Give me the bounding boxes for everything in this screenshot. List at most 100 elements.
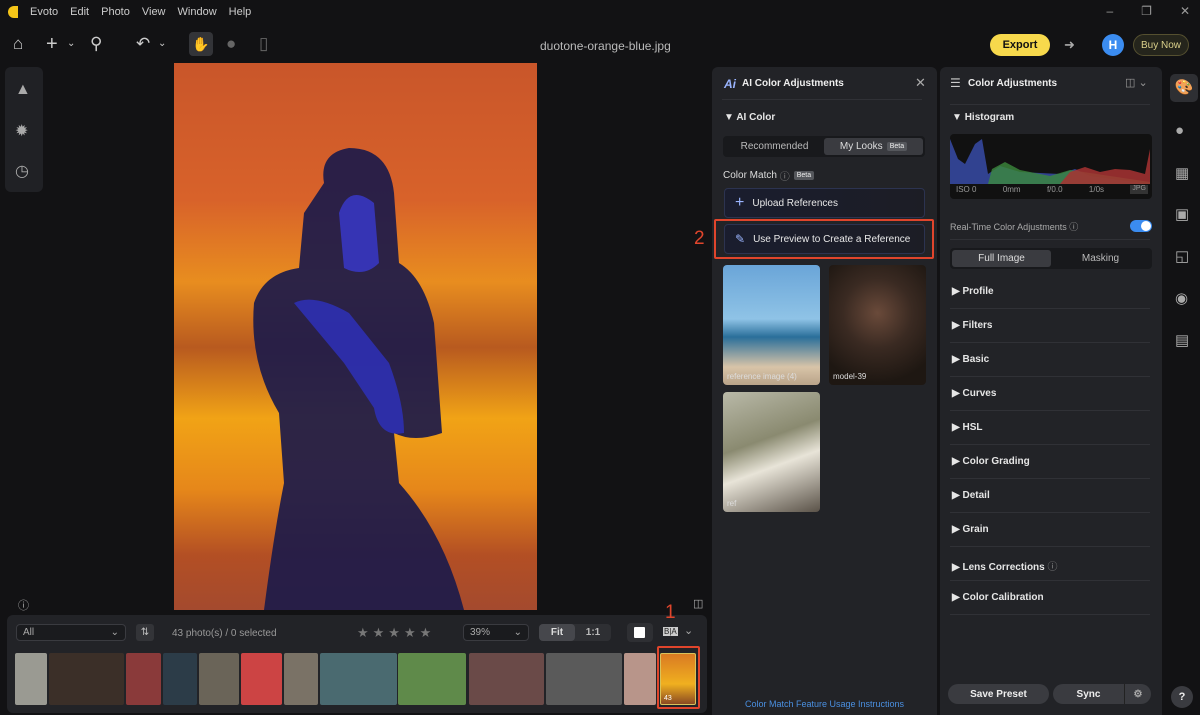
- buy-now-button[interactable]: Buy Now: [1133, 34, 1189, 56]
- filmstrip-thumbnail[interactable]: [126, 653, 161, 705]
- filmstrip-thumbnail[interactable]: [49, 653, 124, 705]
- avatar[interactable]: H: [1102, 34, 1124, 56]
- filter-select[interactable]: All ⌄: [16, 624, 126, 641]
- exif-row: ISO 0 0mm f/0.0 1/0s JPG: [956, 185, 1148, 194]
- layout-toggle-icon[interactable]: ◫ ⌄: [1125, 76, 1148, 89]
- close-icon[interactable]: ✕: [915, 75, 926, 91]
- help-icon[interactable]: ⓘ: [780, 168, 790, 183]
- filmstrip-thumbnail[interactable]: [624, 653, 656, 705]
- help-icon[interactable]: ⓘ: [1069, 222, 1078, 232]
- section-color-calibration[interactable]: ▶ Color Calibration: [952, 592, 1044, 603]
- history-icon[interactable]: ◷: [15, 161, 29, 181]
- menu-view[interactable]: View: [142, 6, 166, 18]
- filmstrip-thumbnail[interactable]: [163, 653, 197, 705]
- divider: [950, 342, 1150, 343]
- filmstrip-thumbnail[interactable]: [199, 653, 239, 705]
- filmstrip-thumbnail[interactable]: [15, 653, 47, 705]
- help-icon[interactable]: ⓘ: [1048, 562, 1058, 573]
- rating-stars[interactable]: ★★★★★: [357, 625, 435, 641]
- tab-recommended[interactable]: Recommended: [725, 138, 824, 155]
- filmstrip-thumbnail[interactable]: [284, 653, 318, 705]
- section-label: Lens Corrections: [962, 562, 1045, 573]
- reference-card[interactable]: reference image (4): [723, 265, 820, 385]
- home-icon[interactable]: ⌂: [13, 34, 23, 54]
- one-to-one-button[interactable]: 1:1: [575, 624, 611, 641]
- ai-color-section[interactable]: ▼ AI Color: [724, 112, 775, 123]
- export-button[interactable]: Export: [990, 34, 1050, 56]
- section-detail[interactable]: ▶ Detail: [952, 490, 990, 501]
- caret-down-icon: ▼: [952, 112, 962, 123]
- realtime-toggle[interactable]: [1130, 220, 1152, 232]
- caret-right-icon: ▶: [952, 320, 960, 331]
- brush-icon[interactable]: ●: [226, 34, 236, 54]
- filmstrip-thumbnail[interactable]: [546, 653, 622, 705]
- background-icon[interactable]: ▦: [1175, 164, 1189, 182]
- before-after-icon[interactable]: B|A: [663, 627, 678, 636]
- section-color-grading[interactable]: ▶ Color Grading: [952, 456, 1030, 467]
- sync-button[interactable]: Sync: [1053, 684, 1125, 704]
- sliders-icon: ☰: [950, 76, 961, 90]
- tab-full-image[interactable]: Full Image: [952, 250, 1051, 267]
- maximize-icon[interactable]: ❐: [1141, 4, 1152, 18]
- color-palette-tab[interactable]: 🎨: [1170, 74, 1198, 102]
- divider: [950, 444, 1150, 445]
- undo-icon[interactable]: ↶: [136, 34, 150, 54]
- search-icon[interactable]: ⚲: [90, 34, 102, 54]
- undo-chevron-icon[interactable]: ⌄: [158, 34, 166, 54]
- face-icon[interactable]: ●: [1175, 122, 1184, 139]
- add-icon[interactable]: +: [46, 34, 58, 54]
- color-match-text: Color Match: [723, 170, 777, 181]
- compare-chevron-icon[interactable]: ⌄: [684, 624, 693, 637]
- landscape-icon[interactable]: ▲: [15, 81, 31, 99]
- background-toggle[interactable]: [627, 623, 653, 642]
- sync-settings-icon[interactable]: ⚙: [1125, 684, 1151, 704]
- menu-help[interactable]: Help: [229, 6, 252, 18]
- section-filters[interactable]: ▶ Filters: [952, 320, 993, 331]
- chevron-down-icon[interactable]: ⌄: [67, 34, 75, 54]
- filmstrip-thumbnail[interactable]: [241, 653, 282, 705]
- section-basic[interactable]: ▶ Basic: [952, 354, 989, 365]
- menu-window[interactable]: Window: [178, 6, 217, 18]
- crop-icon[interactable]: ◱: [1175, 247, 1189, 265]
- tab-my-looks[interactable]: My Looks Beta: [824, 138, 923, 155]
- tab-masking[interactable]: Masking: [1051, 250, 1150, 267]
- section-hsl[interactable]: ▶ HSL: [952, 422, 982, 433]
- menu-photo[interactable]: Photo: [101, 6, 130, 18]
- caret-right-icon: ▶: [952, 490, 960, 501]
- reference-card[interactable]: ref: [723, 392, 820, 512]
- ai-panel-title: AI Color Adjustments: [742, 78, 844, 89]
- save-preset-button[interactable]: Save Preset: [948, 684, 1049, 704]
- filter-value: All: [23, 627, 35, 638]
- camera-icon[interactable]: ◉: [1175, 289, 1188, 307]
- help-button[interactable]: ?: [1171, 686, 1193, 708]
- section-lens-corrections[interactable]: ▶ Lens Corrections ⓘ: [952, 558, 1058, 573]
- panel-toggle-icon[interactable]: ◫: [693, 597, 703, 610]
- section-grain[interactable]: ▶ Grain: [952, 524, 989, 535]
- upload-references-button[interactable]: + Upload References: [724, 188, 925, 218]
- clothing-icon[interactable]: ▣: [1175, 205, 1189, 223]
- fit-button[interactable]: Fit: [539, 624, 575, 641]
- filmstrip-thumbnail[interactable]: [398, 653, 466, 705]
- section-curves[interactable]: ▶ Curves: [952, 388, 996, 399]
- menu-edit[interactable]: Edit: [70, 6, 89, 18]
- folder-icon[interactable]: ▤: [1175, 331, 1189, 349]
- sort-button[interactable]: ⇅: [136, 624, 154, 641]
- sun-icon[interactable]: ✹: [15, 121, 28, 141]
- share-icon[interactable]: ➜: [1064, 37, 1075, 53]
- section-profile[interactable]: ▶ Profile: [952, 286, 994, 297]
- zoom-select[interactable]: 39% ⌄: [463, 624, 529, 641]
- photo-preview[interactable]: [174, 63, 537, 610]
- close-window-icon[interactable]: ✕: [1180, 4, 1190, 18]
- plus-icon: +: [735, 194, 745, 211]
- menu-app[interactable]: Evoto: [30, 6, 58, 18]
- minimize-icon[interactable]: –: [1106, 4, 1113, 18]
- section-label: Profile: [962, 286, 994, 297]
- info-icon[interactable]: ⓘ: [18, 597, 29, 613]
- filmstrip-thumbnail[interactable]: [320, 653, 397, 705]
- reference-card[interactable]: model-39: [829, 265, 926, 385]
- filmstrip-thumbnail[interactable]: [469, 653, 544, 705]
- histogram-section[interactable]: ▼ Histogram: [952, 112, 1014, 123]
- eraser-icon[interactable]: ▯: [259, 34, 268, 54]
- usage-instructions-link[interactable]: Color Match Feature Usage Instructions: [712, 699, 937, 709]
- hand-tool-icon[interactable]: ✋: [189, 32, 213, 56]
